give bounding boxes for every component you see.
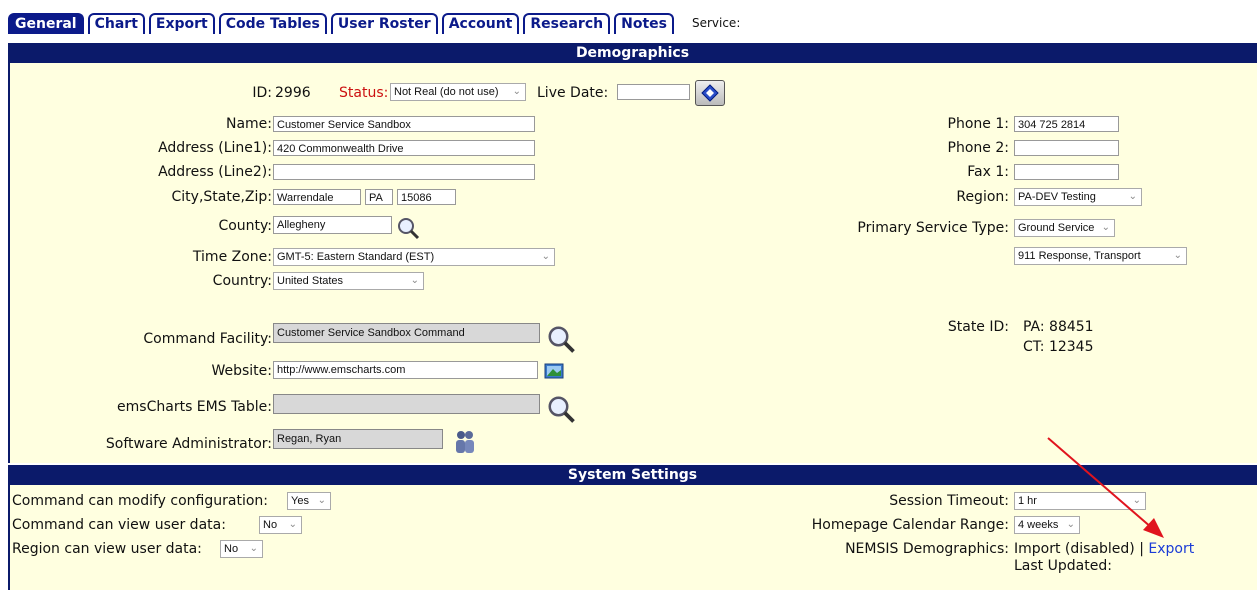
tab-general[interactable]: General [8, 13, 84, 34]
system-settings-panel: Command can modify configuration: Yes ⌄ C… [8, 485, 1257, 590]
status-select[interactable]: Not Real (do not use) ⌄ [390, 83, 526, 101]
tab-research[interactable]: Research [523, 13, 611, 34]
search-icon[interactable] [546, 324, 576, 354]
primary-service-type-label: Primary Service Type: [857, 220, 1009, 236]
tab-notes[interactable]: Notes [614, 13, 674, 34]
chevron-down-icon: ⌄ [249, 543, 258, 554]
address-line2-label: Address (Line2): [158, 164, 272, 180]
ems-table-label: emsCharts EMS Table: [117, 399, 272, 415]
tab-account[interactable]: Account [441, 13, 520, 34]
phone2-label: Phone 2: [947, 140, 1009, 156]
primary-service-type-select[interactable]: Ground Service ⌄ [1014, 219, 1115, 237]
calendar-range-label: Homepage Calendar Range: [811, 517, 1009, 533]
state-input[interactable]: PA [365, 189, 393, 205]
demographics-header: Demographics [8, 43, 1257, 63]
command-view-select[interactable]: No ⌄ [259, 516, 302, 534]
users-icon[interactable] [453, 429, 477, 455]
search-icon[interactable] [546, 394, 576, 424]
county-input[interactable]: Allegheny [273, 216, 392, 234]
website-label: Website: [211, 363, 272, 379]
phone2-input[interactable] [1014, 140, 1119, 156]
region-view-select[interactable]: No ⌄ [220, 540, 263, 558]
state-id-label: State ID: [947, 319, 1009, 335]
chevron-down-icon: ⌄ [1128, 191, 1137, 202]
chevron-down-icon: ⌄ [288, 519, 297, 530]
time-zone-select[interactable]: GMT-5: Eastern Standard (EST) ⌄ [273, 248, 555, 266]
service-level-select[interactable]: 911 Response, Transport ⌄ [1014, 247, 1187, 265]
tab-user-roster[interactable]: User Roster [330, 13, 438, 34]
chevron-down-icon: ⌄ [1132, 495, 1141, 506]
session-timeout-label: Session Timeout: [889, 493, 1009, 509]
chevron-down-icon: ⌄ [1066, 519, 1075, 530]
live-date-label: Live Date: [537, 85, 609, 101]
command-view-label: Command can view user data: [12, 517, 226, 533]
nemsis-export-link[interactable]: Export [1148, 541, 1194, 557]
nemsis-actions: Import (disabled) | Export [1014, 541, 1194, 557]
phone1-input[interactable]: 304 725 2814 [1014, 116, 1119, 132]
software-admin-label: Software Administrator: [105, 436, 272, 452]
calendar-range-select[interactable]: 4 weeks ⌄ [1014, 516, 1080, 534]
name-input[interactable]: Customer Service Sandbox [273, 116, 535, 132]
chevron-down-icon: ⌄ [317, 495, 326, 506]
city-input[interactable]: Warrendale [273, 189, 361, 205]
id-label: ID: [252, 85, 272, 101]
command-facility-label: Command Facility: [143, 331, 272, 347]
chevron-down-icon: ⌄ [541, 251, 550, 262]
demographics-panel: ID: 2996 Status: Not Real (do not use) ⌄ … [8, 63, 1257, 463]
search-icon[interactable] [396, 216, 420, 240]
country-label: Country: [212, 273, 272, 289]
calendar-icon[interactable] [695, 80, 725, 106]
region-view-label: Region can view user data: [12, 541, 202, 557]
tab-export[interactable]: Export [148, 13, 215, 34]
chevron-down-icon: ⌄ [512, 86, 521, 97]
zip-input[interactable]: 15086 [397, 189, 456, 205]
chevron-down-icon: ⌄ [410, 275, 419, 286]
nemsis-separator: | [1139, 541, 1144, 557]
address-line1-label: Address (Line1): [158, 140, 272, 156]
command-facility-input[interactable]: Customer Service Sandbox Command [273, 323, 540, 343]
chevron-down-icon: ⌄ [1173, 250, 1182, 261]
state-id-pa: PA: 88451 [1023, 319, 1094, 335]
website-input[interactable]: http://www.emscharts.com [273, 361, 538, 379]
region-label: Region: [956, 189, 1009, 205]
software-admin-input[interactable]: Regan, Ryan [273, 429, 443, 449]
phone1-label: Phone 1: [947, 116, 1009, 132]
tab-chart[interactable]: Chart [87, 13, 145, 34]
region-select[interactable]: PA-DEV Testing ⌄ [1014, 188, 1142, 206]
command-modify-select[interactable]: Yes ⌄ [287, 492, 331, 510]
fax1-label: Fax 1: [967, 164, 1009, 180]
open-website-icon[interactable] [543, 361, 567, 381]
state-id-ct: CT: 12345 [1023, 339, 1094, 355]
nemsis-label: NEMSIS Demographics: [845, 541, 1009, 557]
id-value: 2996 [275, 85, 311, 101]
country-select[interactable]: United States ⌄ [273, 272, 424, 290]
name-label: Name: [225, 116, 272, 132]
ems-table-input[interactable] [273, 394, 540, 414]
session-timeout-select[interactable]: 1 hr ⌄ [1014, 492, 1146, 510]
command-modify-label: Command can modify configuration: [12, 493, 268, 509]
tab-bar: General Chart Export Code Tables User Ro… [8, 12, 740, 34]
service-label: Service: [691, 16, 741, 30]
nemsis-import: Import (disabled) [1014, 541, 1135, 557]
system-settings-header: System Settings [8, 465, 1257, 485]
chevron-down-icon: ⌄ [1101, 222, 1110, 233]
status-label: Status: [339, 85, 389, 101]
address-line2-input[interactable] [273, 164, 535, 180]
county-label: County: [218, 218, 272, 234]
live-date-input[interactable] [617, 84, 690, 100]
tab-code-tables[interactable]: Code Tables [218, 13, 327, 34]
fax1-input[interactable] [1014, 164, 1119, 180]
city-state-zip-label: City,State,Zip: [171, 189, 272, 205]
last-updated-label: Last Updated: [1014, 558, 1112, 574]
time-zone-label: Time Zone: [192, 249, 272, 265]
address-line1-input[interactable]: 420 Commonwealth Drive [273, 140, 535, 156]
